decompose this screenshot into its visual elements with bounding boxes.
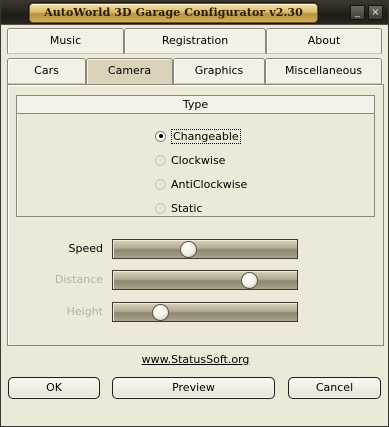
tab-camera[interactable]: Camera <box>86 58 173 85</box>
radio-static[interactable]: Static <box>155 200 202 216</box>
tab-miscellaneous[interactable]: Miscellaneous <box>265 58 382 84</box>
height-label: Height <box>66 305 103 318</box>
type-group-title: Type <box>17 96 374 114</box>
radio-button-icon <box>155 154 166 166</box>
speed-slider[interactable] <box>112 239 298 259</box>
window-title: AutoWorld 3D Garage Configurator v2.30 <box>44 6 303 19</box>
radio-changeable[interactable]: Changeable <box>155 128 241 144</box>
radio-label: Changeable <box>171 128 241 144</box>
cancel-button[interactable]: Cancel <box>288 377 381 399</box>
ok-button[interactable]: OK <box>8 377 100 399</box>
radio-clockwise[interactable]: Clockwise <box>155 152 225 168</box>
title-plate: AutoWorld 3D Garage Configurator v2.30 <box>29 3 318 23</box>
tab-cars[interactable]: Cars <box>7 58 86 84</box>
title-bar[interactable]: AutoWorld 3D Garage Configurator v2.30 _… <box>1 1 388 25</box>
distance-slider-row: Distance <box>8 270 385 290</box>
camera-panel: Type Changeable Clockwise AntiClockwise … <box>7 84 384 346</box>
tab-row-top: Music Registration About <box>7 28 382 54</box>
height-slider-row: Height <box>8 302 385 322</box>
radio-button-icon <box>155 202 166 214</box>
tab-about[interactable]: About <box>266 28 382 54</box>
preview-button[interactable]: Preview <box>112 377 275 399</box>
speed-slider-thumb[interactable] <box>180 241 197 258</box>
tab-registration[interactable]: Registration <box>124 28 266 54</box>
radio-label: AntiClockwise <box>171 177 248 191</box>
distance-label: Distance <box>54 273 103 286</box>
close-button[interactable]: × <box>368 5 383 20</box>
distance-slider-thumb[interactable] <box>241 272 258 289</box>
speed-slider-row: Speed <box>8 239 385 259</box>
radio-label: Static <box>171 201 203 215</box>
tab-row-bottom: Cars Camera Graphics Miscellaneous <box>7 58 382 85</box>
radio-label: Clockwise <box>171 153 226 167</box>
radio-button-icon <box>155 130 166 142</box>
minimize-button[interactable]: _ <box>350 5 365 20</box>
height-slider[interactable] <box>112 302 298 322</box>
radio-button-icon <box>155 178 166 190</box>
tab-graphics[interactable]: Graphics <box>173 58 265 84</box>
speed-label: Speed <box>68 242 103 255</box>
type-groupbox: Type Changeable Clockwise AntiClockwise … <box>16 95 375 217</box>
configurator-window: AutoWorld 3D Garage Configurator v2.30 _… <box>0 0 389 427</box>
distance-slider[interactable] <box>112 270 298 290</box>
website-link[interactable]: www.StatusSoft.org <box>1 353 389 366</box>
tab-music[interactable]: Music <box>7 28 124 54</box>
radio-anticlockwise[interactable]: AntiClockwise <box>155 176 247 192</box>
height-slider-thumb[interactable] <box>152 304 169 321</box>
